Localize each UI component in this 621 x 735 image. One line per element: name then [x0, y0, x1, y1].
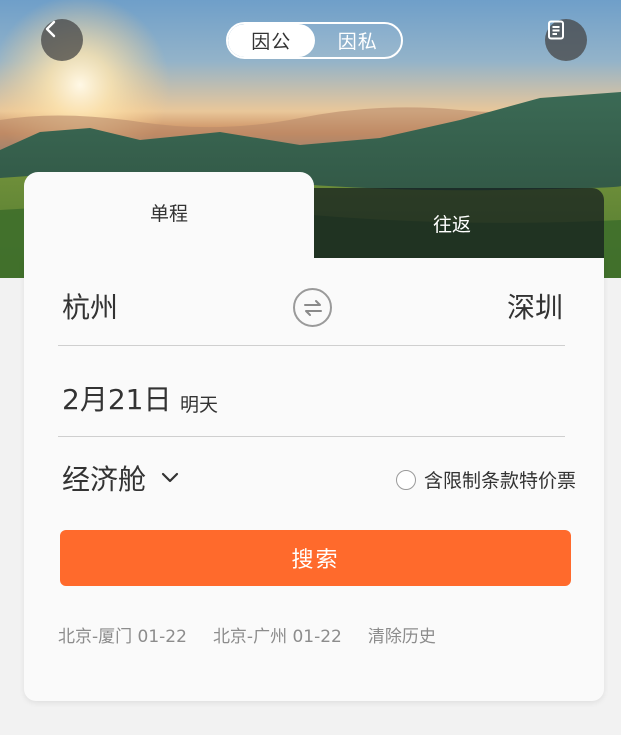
- date-relative-label: 明天: [180, 394, 219, 416]
- cabin-class-label: 经济舱: [62, 463, 147, 496]
- chevron-down-icon: [161, 472, 179, 483]
- swap-arrows-icon: [303, 299, 322, 316]
- history-item[interactable]: 北京-厦门 01-22: [58, 622, 187, 647]
- departure-city[interactable]: 杭州: [62, 286, 118, 326]
- tab-one-way[interactable]: 单程: [24, 172, 314, 262]
- history-item[interactable]: 北京-广州 01-22: [213, 622, 342, 647]
- orders-button[interactable]: [545, 19, 587, 61]
- trip-purpose-toggle[interactable]: 因公 因私: [226, 22, 403, 59]
- toggle-option-personal[interactable]: 因私: [315, 24, 402, 57]
- restricted-fare-radio[interactable]: [396, 469, 416, 490]
- arrival-city[interactable]: 深圳: [507, 286, 563, 326]
- restricted-fare-label: 含限制条款特价票: [424, 470, 577, 492]
- back-button[interactable]: [41, 19, 83, 61]
- search-button[interactable]: 搜索: [60, 530, 571, 586]
- divider: [58, 345, 565, 346]
- restricted-fare-option[interactable]: 含限制条款特价票: [396, 466, 576, 493]
- departure-date[interactable]: 2月21日: [62, 378, 171, 418]
- cabin-class-select[interactable]: 经济舱: [62, 458, 180, 498]
- divider: [58, 436, 565, 437]
- search-history: 北京-厦门 01-22 北京-广州 01-22 清除历史: [58, 622, 436, 647]
- flight-search-page: 因公 因私 往返 单程 杭州 深圳 2月21日 明天 经济舱 含限制条款特价票 …: [0, 0, 621, 735]
- swap-cities-button[interactable]: [293, 288, 332, 327]
- chevron-left-icon: [45, 20, 56, 38]
- tab-round-trip[interactable]: 往返: [300, 188, 604, 258]
- clear-history-link[interactable]: 清除历史: [368, 622, 436, 647]
- document-list-icon: [548, 20, 564, 40]
- toggle-option-business[interactable]: 因公: [228, 24, 315, 57]
